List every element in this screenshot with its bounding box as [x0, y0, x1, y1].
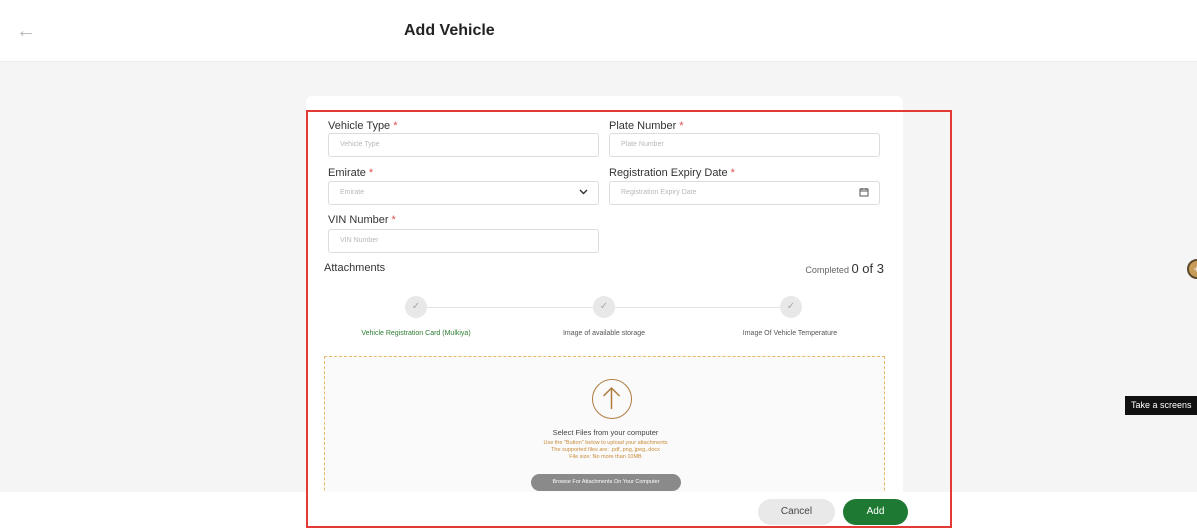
vehicle-type-label: Vehicle Type * [328, 120, 398, 132]
step-3-check-icon[interactable]: ✓ [780, 296, 802, 318]
emirate-label: Emirate * [328, 167, 374, 179]
step-2-check-icon[interactable]: ✓ [593, 296, 615, 318]
cancel-button[interactable]: Cancel [758, 499, 835, 525]
add-button[interactable]: Add [843, 499, 908, 525]
plate-number-input[interactable]: Plate Number [609, 133, 880, 157]
vin-number-input[interactable]: VIN Number [328, 229, 599, 253]
page-title: Add Vehicle [404, 22, 495, 39]
emirate-select[interactable]: Emirate [328, 181, 599, 205]
back-arrow-icon[interactable]: ← [14, 20, 38, 42]
top-bar: ← Add Vehicle [0, 0, 1197, 62]
plate-number-placeholder: Plate Number [621, 141, 664, 148]
vehicle-type-input[interactable]: Vehicle Type [328, 133, 599, 157]
plate-number-label: Plate Number * [609, 120, 684, 132]
dropzone-note-2: The supported files are: .pdf,.png,.jpeg… [551, 447, 660, 453]
dropzone-note-3: File size: No more than 10MB [569, 454, 642, 460]
upload-arrow-icon [592, 379, 632, 419]
attachments-title: Attachments [324, 262, 386, 274]
browse-attachments-button[interactable]: Browse For Attachments On Your Computer [531, 474, 681, 491]
registration-expiry-placeholder: Registration Expiry Date [621, 189, 697, 196]
step-2-label[interactable]: Image of available storage [524, 330, 684, 337]
vehicle-type-placeholder: Vehicle Type [340, 141, 380, 148]
emirate-placeholder: Emirate [340, 189, 365, 196]
add-vehicle-form: Vehicle Type * Vehicle Type Plate Number *… [306, 96, 903, 530]
dropzone-note-1: Use the "Button" below to upload your at… [543, 440, 668, 446]
calendar-icon[interactable] [859, 182, 869, 204]
step-1-check-icon[interactable]: ✓ [405, 296, 427, 318]
form-footer: Cancel Add [0, 492, 1197, 530]
registration-expiry-input[interactable]: Registration Expiry Date [609, 181, 880, 205]
vin-number-placeholder: VIN Number [340, 237, 379, 244]
chevron-down-icon [579, 182, 588, 204]
attachments-progress: Completed 0 of 3 [805, 261, 884, 276]
dropzone-title: Select Files from your computer [552, 428, 659, 437]
screenshot-tooltip: Take a screens [1125, 396, 1197, 415]
vin-number-label: VIN Number * [328, 214, 396, 226]
step-1-label[interactable]: Vehicle Registration Card (Mulkiya) [336, 330, 496, 337]
registration-expiry-label: Registration Expiry Date * [609, 167, 735, 179]
floating-plus-icon[interactable]: + [1187, 259, 1197, 279]
step-3-label[interactable]: Image Of Vehicle Temperature [710, 330, 870, 337]
